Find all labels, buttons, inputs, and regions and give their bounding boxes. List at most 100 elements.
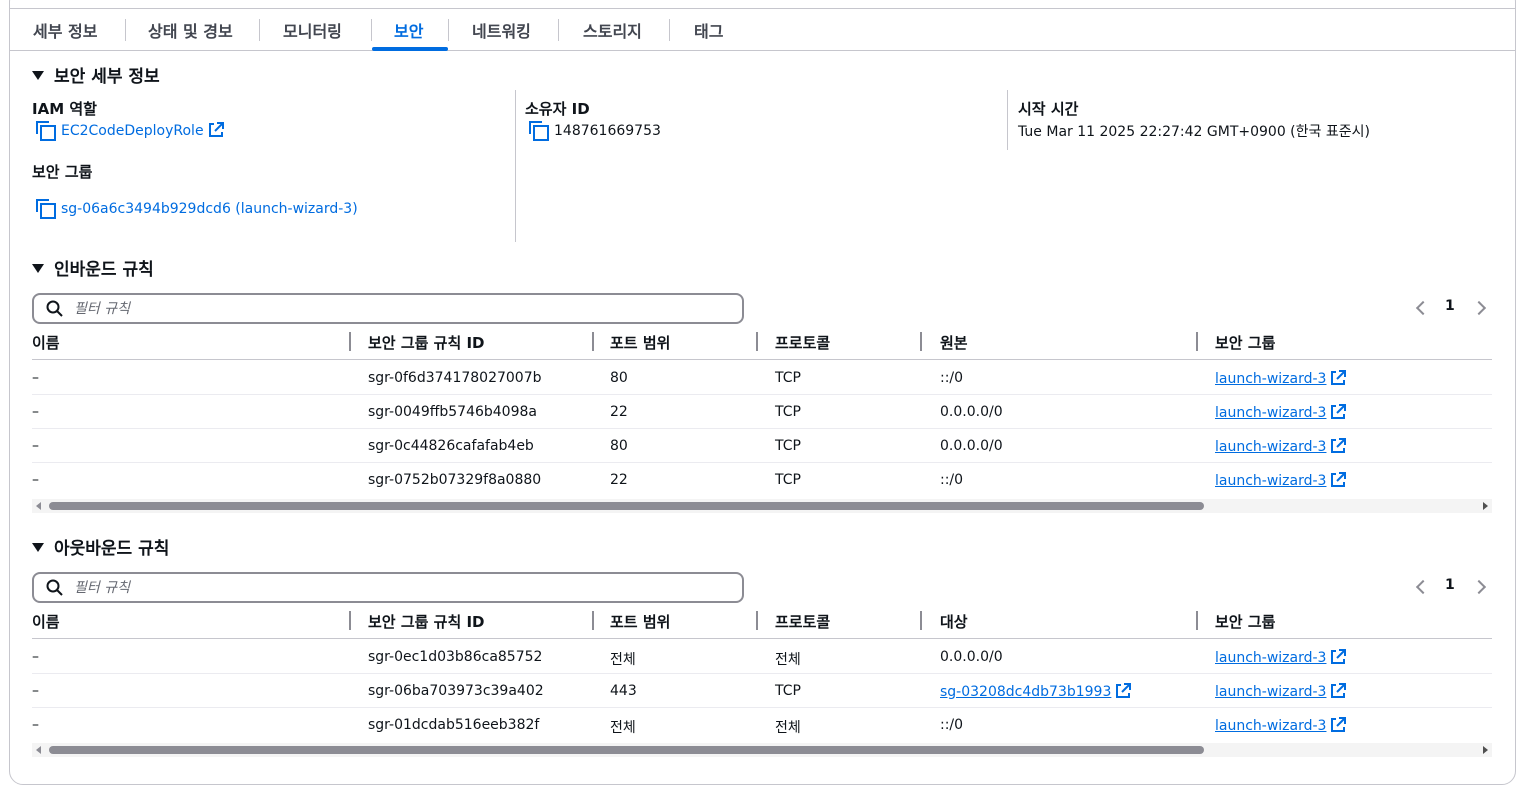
security-group-name: launch-wizard-3	[1215, 439, 1327, 455]
port-range: 80	[610, 438, 628, 454]
tab-details[interactable]: 세부 정보	[33, 18, 97, 42]
table-row[interactable]: – sgr-0ec1d03b86ca85752 전체 전체 0.0.0.0/0 …	[32, 640, 1492, 674]
external-link-icon	[1330, 472, 1347, 488]
caret-down-icon	[32, 71, 44, 80]
destination: 0.0.0.0/0	[940, 649, 1003, 665]
owner-id-label: 소유자 ID	[525, 100, 590, 118]
rule-name: –	[32, 717, 39, 733]
column-header-security-group[interactable]: 보안 그룹	[1215, 332, 1275, 353]
security-group-link[interactable]: launch-wizard-3	[1215, 438, 1347, 455]
tab-status-alarms[interactable]: 상태 및 경보	[148, 18, 233, 42]
security-group-name: launch-wizard-3	[1215, 371, 1327, 387]
column-resizer[interactable]	[349, 332, 351, 351]
outbound-filter-input[interactable]	[74, 578, 674, 598]
column-header-port-range[interactable]: 포트 범위	[610, 611, 670, 632]
column-header-name[interactable]: 이름	[32, 332, 60, 353]
rule-id: sgr-01dcdab516eeb382f	[368, 717, 540, 733]
scroll-right-icon[interactable]	[1483, 502, 1488, 510]
tab-divider	[259, 19, 260, 41]
column-header-destination[interactable]: 대상	[940, 611, 968, 632]
column-header-port-range[interactable]: 포트 범위	[610, 332, 670, 353]
security-group-link[interactable]: launch-wizard-3	[1215, 472, 1347, 489]
source: ::/0	[940, 472, 964, 488]
security-group-link[interactable]: launch-wizard-3	[1215, 404, 1347, 421]
page-number[interactable]: 1	[1445, 577, 1455, 593]
protocol: 전체	[775, 720, 801, 736]
table-row[interactable]: – sgr-0049ffb5746b4098a 22 TCP 0.0.0.0/0…	[32, 395, 1492, 429]
scrollbar-thumb[interactable]	[49, 502, 1204, 510]
protocol: TCP	[775, 472, 801, 488]
rule-id: sgr-0c44826cafafab4eb	[368, 438, 534, 454]
table-row[interactable]: – sgr-01dcdab516eeb382f 전체 전체 ::/0 launc…	[32, 708, 1492, 742]
tab-tags[interactable]: 태그	[694, 18, 723, 42]
table-header: 이름 보안 그룹 규칙 ID 포트 범위 프로토콜 원본 보안 그룹	[32, 326, 1492, 360]
column-header-security-group[interactable]: 보안 그룹	[1215, 611, 1275, 632]
page-number[interactable]: 1	[1445, 298, 1455, 314]
security-details-title: 보안 세부 정보	[54, 67, 160, 87]
inbound-horizontal-scrollbar[interactable]	[32, 499, 1492, 513]
iam-role-link[interactable]: EC2CodeDeployRole	[36, 121, 224, 141]
column-header-name[interactable]: 이름	[32, 611, 60, 632]
inbound-rules-header[interactable]: 인바운드 규칙	[32, 255, 154, 280]
copy-icon[interactable]	[36, 121, 56, 141]
search-icon	[46, 300, 63, 317]
security-group-link[interactable]: launch-wizard-3	[1215, 683, 1347, 700]
chevron-left-icon[interactable]	[1415, 300, 1431, 316]
outbound-filter[interactable]	[32, 572, 744, 603]
column-resizer[interactable]	[920, 332, 922, 351]
copy-icon[interactable]	[529, 121, 549, 141]
tab-monitoring[interactable]: 모니터링	[283, 18, 342, 42]
tab-security[interactable]: 보안	[394, 18, 423, 42]
column-header-protocol[interactable]: 프로토콜	[775, 332, 830, 353]
inbound-filter[interactable]	[32, 293, 744, 324]
column-header-protocol[interactable]: 프로토콜	[775, 611, 830, 632]
outbound-rules-header[interactable]: 아웃바운드 규칙	[32, 534, 169, 559]
column-header-rule-id[interactable]: 보안 그룹 규칙 ID	[368, 332, 485, 353]
tab-networking[interactable]: 네트워킹	[472, 18, 531, 42]
tab-bar: 세부 정보 상태 및 경보 모니터링 보안 네트워킹 스토리지 태그	[10, 8, 1515, 51]
security-group-link[interactable]: launch-wizard-3	[1215, 370, 1347, 387]
chevron-left-icon[interactable]	[1415, 579, 1431, 595]
column-resizer[interactable]	[920, 611, 922, 630]
column-resizer[interactable]	[1196, 611, 1198, 630]
column-resizer[interactable]	[1196, 332, 1198, 351]
security-details-header[interactable]: 보안 세부 정보	[32, 62, 160, 87]
inbound-pagination: 1	[1410, 298, 1492, 321]
tab-storage[interactable]: 스토리지	[583, 18, 642, 42]
column-header-rule-id[interactable]: 보안 그룹 규칙 ID	[368, 611, 485, 632]
protocol: TCP	[775, 683, 801, 699]
copy-icon[interactable]	[36, 199, 56, 219]
scroll-left-icon[interactable]	[36, 502, 41, 510]
security-group-link[interactable]: launch-wizard-3	[1215, 649, 1347, 666]
security-group-link[interactable]: sg-06a6c3494b929dcd6 (launch-wizard-3)	[36, 199, 358, 219]
rule-name: –	[32, 683, 39, 699]
outbound-horizontal-scrollbar[interactable]	[32, 743, 1492, 757]
table-row[interactable]: – sgr-0f6d374178027007b 80 TCP ::/0 laun…	[32, 361, 1492, 395]
security-group-name: launch-wizard-3	[1215, 650, 1327, 666]
column-resizer[interactable]	[592, 611, 594, 630]
scrollbar-thumb[interactable]	[49, 746, 1204, 754]
security-group-link[interactable]: launch-wizard-3	[1215, 717, 1347, 734]
destination-link[interactable]: sg-03208dc4db73b1993	[940, 683, 1132, 700]
rule-name: –	[32, 438, 39, 454]
scroll-left-icon[interactable]	[36, 746, 41, 754]
table-row[interactable]: – sgr-0c44826cafafab4eb 80 TCP 0.0.0.0/0…	[32, 429, 1492, 463]
launch-time-value: Tue Mar 11 2025 22:27:42 GMT+0900 (한국 표준…	[1018, 124, 1370, 140]
column-resizer[interactable]	[756, 332, 758, 351]
chevron-right-icon[interactable]	[1471, 579, 1487, 595]
protocol: TCP	[775, 438, 801, 454]
port-range: 22	[610, 472, 628, 488]
port-range: 전체	[610, 652, 636, 668]
table-row[interactable]: – sgr-0752b07329f8a0880 22 TCP ::/0 laun…	[32, 463, 1492, 497]
column-resizer[interactable]	[592, 332, 594, 351]
column-resizer[interactable]	[349, 611, 351, 630]
table-row[interactable]: – sgr-06ba703973c39a402 443 TCP sg-03208…	[32, 674, 1492, 708]
scroll-right-icon[interactable]	[1483, 746, 1488, 754]
column-header-source[interactable]: 원본	[940, 332, 968, 353]
launch-time-label: 시작 시간	[1018, 100, 1079, 118]
security-group-name: launch-wizard-3	[1215, 405, 1327, 421]
port-range: 80	[610, 370, 628, 386]
column-resizer[interactable]	[756, 611, 758, 630]
inbound-filter-input[interactable]	[74, 299, 674, 319]
chevron-right-icon[interactable]	[1471, 300, 1487, 316]
